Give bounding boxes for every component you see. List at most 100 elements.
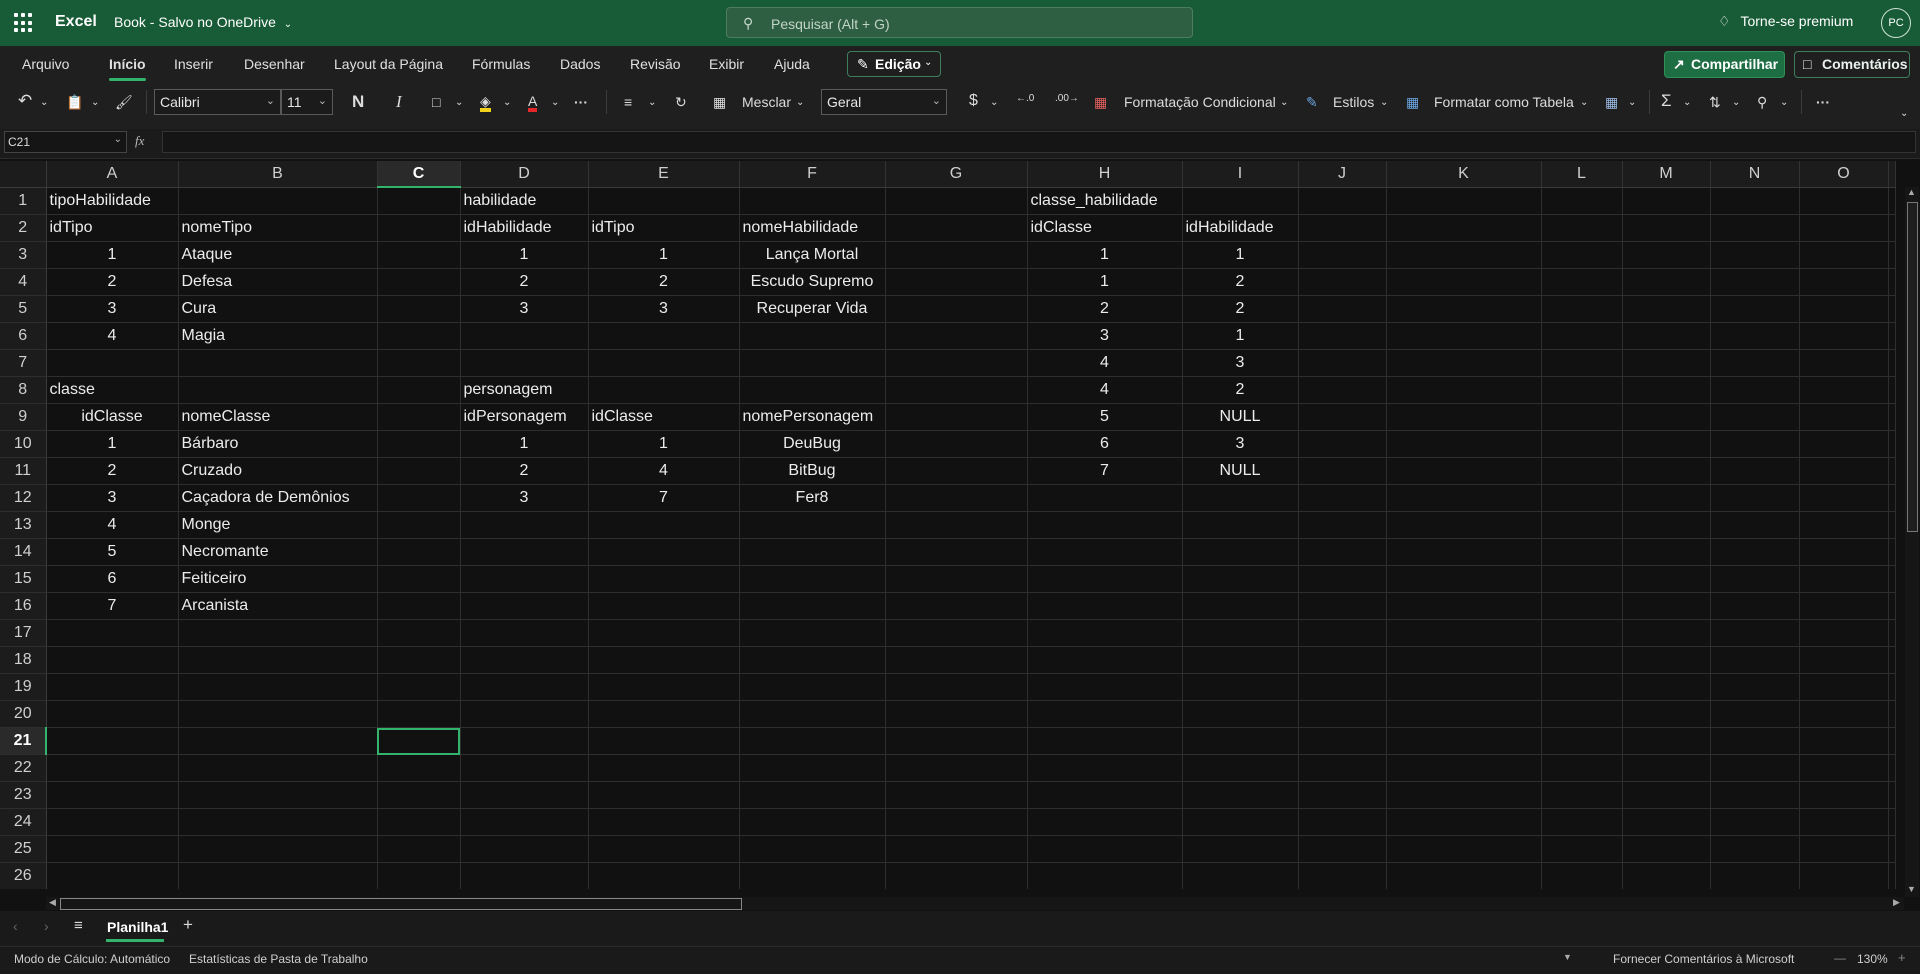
- column-header[interactable]: C: [377, 161, 461, 188]
- cell-E5[interactable]: 3: [588, 295, 740, 323]
- cell-A11[interactable]: 2: [46, 457, 179, 485]
- cell-I12[interactable]: [1182, 484, 1299, 512]
- cell-F6[interactable]: [739, 322, 886, 350]
- cell-G22[interactable]: [885, 754, 1028, 782]
- cell-G14[interactable]: [885, 538, 1028, 566]
- cell-G17[interactable]: [885, 619, 1028, 647]
- row-header[interactable]: 11: [0, 457, 47, 485]
- row-header[interactable]: 6: [0, 322, 47, 350]
- cell-H3[interactable]: 1: [1027, 241, 1183, 269]
- column-header[interactable]: D: [460, 161, 589, 188]
- cell-O26[interactable]: [1799, 862, 1889, 889]
- cell-B5[interactable]: Cura: [178, 295, 378, 323]
- horizontal-scroll-thumb[interactable]: [60, 898, 742, 910]
- cell-D4[interactable]: 2: [460, 268, 589, 296]
- cell-M15[interactable]: [1622, 565, 1711, 593]
- scroll-up-icon[interactable]: ▲: [1907, 187, 1916, 197]
- column-header[interactable]: K: [1386, 161, 1542, 188]
- cell-A14[interactable]: 5: [46, 538, 179, 566]
- cell-F25[interactable]: [739, 835, 886, 863]
- column-header[interactable]: E: [588, 161, 740, 188]
- cell-I14[interactable]: [1182, 538, 1299, 566]
- cell-N23[interactable]: [1710, 781, 1800, 809]
- cell-F11[interactable]: BitBug: [739, 457, 886, 485]
- cell-D22[interactable]: [460, 754, 589, 782]
- cell-I26[interactable]: [1182, 862, 1299, 889]
- cell-A23[interactable]: [46, 781, 179, 809]
- cell-F17[interactable]: [739, 619, 886, 647]
- chevron-down-icon[interactable]: ⌄: [551, 97, 559, 108]
- cell-B25[interactable]: [178, 835, 378, 863]
- cell-C17[interactable]: [377, 619, 461, 647]
- cell-I5[interactable]: 2: [1182, 295, 1299, 323]
- cell-N1[interactable]: [1710, 187, 1800, 215]
- cell-J16[interactable]: [1298, 592, 1387, 620]
- expand-ribbon-icon[interactable]: ⌄: [1900, 108, 1908, 119]
- search-input[interactable]: [769, 13, 1173, 35]
- cell-D5[interactable]: 3: [460, 295, 589, 323]
- cell-K17[interactable]: [1386, 619, 1542, 647]
- cell-O7[interactable]: [1799, 349, 1889, 377]
- cell-B10[interactable]: Bárbaro: [178, 430, 378, 458]
- row-header[interactable]: 21: [0, 727, 47, 755]
- cell-L7[interactable]: [1541, 349, 1623, 377]
- cell-C19[interactable]: [377, 673, 461, 701]
- cell-H11[interactable]: 7: [1027, 457, 1183, 485]
- cell-G18[interactable]: [885, 646, 1028, 674]
- wrap-text-icon[interactable]: ↻: [675, 94, 687, 111]
- cell-D1[interactable]: habilidade: [460, 187, 589, 215]
- cell-O22[interactable]: [1799, 754, 1889, 782]
- cell-I3[interactable]: 1: [1182, 241, 1299, 269]
- format-as-table-label[interactable]: Formatar como Tabela: [1434, 94, 1574, 110]
- cell-C12[interactable]: [377, 484, 461, 512]
- cell-J19[interactable]: [1298, 673, 1387, 701]
- cell-L24[interactable]: [1541, 808, 1623, 836]
- cell-O11[interactable]: [1799, 457, 1889, 485]
- row-header[interactable]: 24: [0, 808, 47, 836]
- zoom-level[interactable]: 130%: [1857, 952, 1888, 966]
- cell-L4[interactable]: [1541, 268, 1623, 296]
- tab-exibir[interactable]: Exibir: [709, 56, 744, 72]
- cell-J26[interactable]: [1298, 862, 1387, 889]
- zoom-in-icon[interactable]: +: [1898, 950, 1906, 965]
- cell-J14[interactable]: [1298, 538, 1387, 566]
- cell-N6[interactable]: [1710, 322, 1800, 350]
- cell-M25[interactable]: [1622, 835, 1711, 863]
- chevron-down-icon[interactable]: ⌄: [455, 97, 463, 108]
- column-header[interactable]: B: [178, 161, 378, 188]
- cell-N18[interactable]: [1710, 646, 1800, 674]
- cell-K5[interactable]: [1386, 295, 1542, 323]
- cell-I18[interactable]: [1182, 646, 1299, 674]
- cell-B17[interactable]: [178, 619, 378, 647]
- cell-L15[interactable]: [1541, 565, 1623, 593]
- cell-N14[interactable]: [1710, 538, 1800, 566]
- cell-M23[interactable]: [1622, 781, 1711, 809]
- cell-N20[interactable]: [1710, 700, 1800, 728]
- insert-cells-icon[interactable]: ▦: [1605, 94, 1618, 111]
- chevron-down-icon[interactable]: ⌄: [1628, 97, 1636, 108]
- cell-E16[interactable]: [588, 592, 740, 620]
- cell-E15[interactable]: [588, 565, 740, 593]
- cell-A15[interactable]: 6: [46, 565, 179, 593]
- cell-A19[interactable]: [46, 673, 179, 701]
- sort-filter-icon[interactable]: ⇅: [1709, 94, 1721, 111]
- cell-A18[interactable]: [46, 646, 179, 674]
- cell-B2[interactable]: nomeTipo: [178, 214, 378, 242]
- chevron-down-icon[interactable]: ⌄: [796, 97, 804, 108]
- cell-G23[interactable]: [885, 781, 1028, 809]
- cell-H20[interactable]: [1027, 700, 1183, 728]
- scroll-left-icon[interactable]: ◀: [49, 897, 56, 908]
- cell-H25[interactable]: [1027, 835, 1183, 863]
- cell-N26[interactable]: [1710, 862, 1800, 889]
- cell-M1[interactable]: [1622, 187, 1711, 215]
- cell-L9[interactable]: [1541, 403, 1623, 431]
- tab-desenhar[interactable]: Desenhar: [244, 56, 305, 72]
- cell-A20[interactable]: [46, 700, 179, 728]
- cell-N7[interactable]: [1710, 349, 1800, 377]
- cell-C1[interactable]: [377, 187, 461, 215]
- italic-button[interactable]: I: [396, 92, 402, 112]
- cell-C16[interactable]: [377, 592, 461, 620]
- cell-A1[interactable]: tipoHabilidade: [46, 187, 179, 215]
- cell-K11[interactable]: [1386, 457, 1542, 485]
- row-header[interactable]: 1: [0, 187, 47, 215]
